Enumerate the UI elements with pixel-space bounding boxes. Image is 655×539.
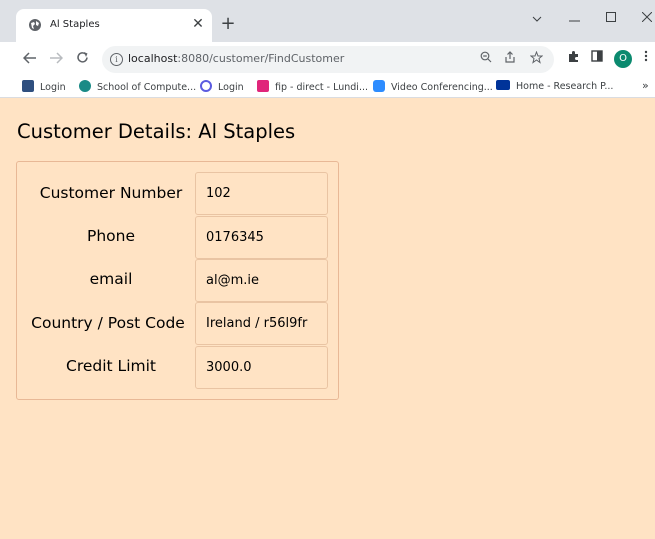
phone-label: Phone <box>86 227 135 245</box>
bookmark-fip-icon <box>257 80 269 92</box>
forward-arrow-icon[interactable] <box>46 49 66 69</box>
bookmark-item[interactable]: Login <box>22 80 66 94</box>
bookmark-eu-icon <box>496 80 510 90</box>
bookmarks-overflow-icon[interactable]: » <box>642 79 649 92</box>
email-label: email <box>89 270 133 288</box>
credit-limit-value: 3000.0 <box>195 346 328 389</box>
bookmark-label: Login <box>40 82 66 93</box>
back-arrow-icon[interactable] <box>20 49 40 69</box>
zoom-icon[interactable] <box>478 51 494 67</box>
url-host: localhost <box>128 52 178 65</box>
page-title: Customer Details: Al Staples <box>17 120 296 143</box>
reload-icon[interactable] <box>72 49 92 69</box>
globe-icon <box>29 19 41 31</box>
bookmarks-bar: Login School of Compute... Login fip - d… <box>0 76 655 98</box>
url-path: :8080/customer/FindCustomer <box>177 52 345 65</box>
extensions-puzzle-icon[interactable] <box>564 50 582 68</box>
customer-details-card: Customer Number 102 Phone 0176345 email … <box>16 161 339 400</box>
url-text: localhost:8080/customer/FindCustomer <box>128 52 344 65</box>
address-bar[interactable]: i localhost:8080/customer/FindCustomer <box>102 46 554 73</box>
bookmark-item[interactable]: Home - Research P... <box>496 80 613 94</box>
bookmark-zoom-icon <box>373 80 385 92</box>
bookmark-item[interactable]: fip - direct - Lundi... <box>257 80 368 94</box>
email-value: al@m.ie <box>195 259 328 302</box>
browser-tab[interactable]: Al Staples ✕ <box>16 9 212 42</box>
maximize-icon[interactable] <box>596 8 626 30</box>
bookmark-star-icon[interactable] <box>528 50 544 67</box>
close-tab-icon[interactable]: ✕ <box>190 16 206 32</box>
bookmark-login-icon <box>22 80 34 92</box>
side-panel-icon[interactable] <box>588 50 606 68</box>
profile-avatar[interactable]: O <box>614 50 632 68</box>
bookmark-item[interactable]: Login <box>200 80 244 94</box>
bookmark-item[interactable]: School of Compute... <box>79 80 196 94</box>
tab-title: Al Staples <box>50 19 100 30</box>
kebab-menu-icon[interactable] <box>640 50 652 68</box>
share-icon[interactable] <box>502 51 518 67</box>
bookmark-label: Home - Research P... <box>516 81 614 92</box>
page-content: Customer Details: Al Staples Customer Nu… <box>0 98 655 539</box>
bookmark-login-circle-icon <box>200 80 212 92</box>
bookmark-label: fip - direct - Lundi... <box>275 82 369 93</box>
credit-limit-label: Credit Limit <box>66 357 156 375</box>
phone-value: 0176345 <box>195 216 328 259</box>
country-postcode-value: Ireland / r56l9fr <box>195 302 328 345</box>
bookmark-school-icon <box>79 80 91 92</box>
bookmark-label: Video Conferencing... <box>391 82 493 93</box>
browser-titlebar: Al Staples ✕ + <box>0 0 655 42</box>
bookmark-label: Login <box>218 82 244 93</box>
new-tab-button[interactable]: + <box>218 14 238 34</box>
customer-number-label: Customer Number <box>39 184 183 202</box>
site-info-icon[interactable]: i <box>110 53 123 66</box>
browser-toolbar: i localhost:8080/customer/FindCustomer O <box>0 42 655 76</box>
minimize-icon[interactable] <box>559 8 589 30</box>
bookmark-label: School of Compute... <box>97 82 197 93</box>
close-window-icon[interactable] <box>632 8 655 30</box>
customer-number-value: 102 <box>195 172 328 215</box>
bookmark-item[interactable]: Video Conferencing... <box>373 80 493 94</box>
tab-search-chevron-icon[interactable] <box>522 8 552 30</box>
country-postcode-label: Country / Post Code <box>31 314 185 332</box>
